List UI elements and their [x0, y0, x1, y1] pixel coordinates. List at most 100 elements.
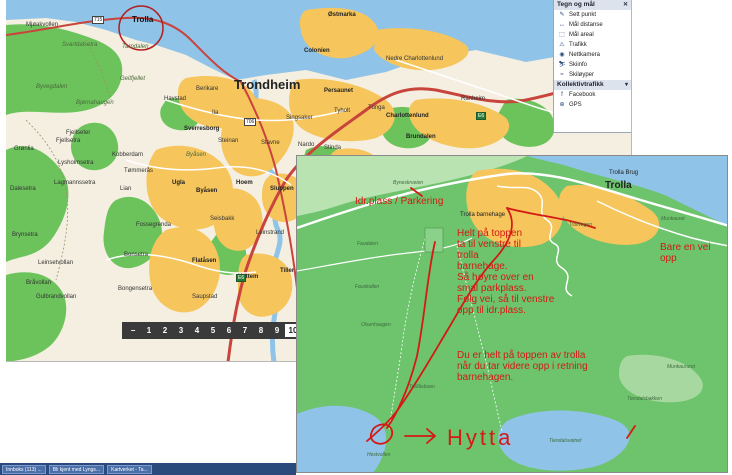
- panel-item-ruler[interactable]: ↔ Mål distanse: [554, 20, 631, 30]
- transit-section-items: f Facebook ⊕ GPS: [554, 90, 631, 110]
- place-label-seisbakk: Seisbakk: [210, 216, 235, 222]
- inset-place-trolla: Trolla: [605, 180, 632, 191]
- place-label-lian: Lian: [120, 186, 132, 192]
- area-label-bongensetra: Bongensetra: [118, 286, 153, 292]
- panel-item-label: Trafikk: [569, 42, 587, 48]
- city-label: Trondheim: [234, 77, 301, 92]
- gps-icon: ⊕: [559, 102, 565, 108]
- place-label-berikaere: Berikare: [196, 86, 219, 92]
- place-label-trolla: Trolla: [132, 15, 154, 24]
- zoom-level-8[interactable]: 8: [253, 322, 269, 339]
- ruler-icon: ↔: [559, 22, 565, 28]
- panel-item-area[interactable]: ⬚ Mål areal: [554, 30, 631, 40]
- inset-map[interactable]: Trolla Trolla Brug Byneskrveien Trolla b…: [296, 155, 728, 473]
- zoom-out-button[interactable]: −: [125, 322, 141, 339]
- panel-item-facebook[interactable]: f Facebook: [554, 90, 631, 100]
- transit-section-header[interactable]: Kollektivtrafikk ▾: [554, 80, 631, 90]
- note-cabin: Hytta: [447, 425, 514, 450]
- place-label-sverresborg: Sverresborg: [184, 126, 220, 132]
- area-label-geitfjellet: Geitfjellet: [120, 76, 146, 82]
- place-label-stavne: Stavne: [261, 140, 280, 146]
- facebook-icon: f: [561, 92, 563, 98]
- place-label-tunga: Tunga: [368, 105, 385, 111]
- place-label-tyholt: Tyholt: [334, 108, 351, 114]
- camera-icon: ◉: [559, 52, 565, 58]
- inset-label-trollvegen: Trollvegen: [569, 222, 592, 228]
- zoom-level-1[interactable]: 1: [141, 322, 157, 339]
- screenshot: Trondheim Trolla Mjøakvollen Østmarka Co…: [0, 0, 732, 475]
- area-label-fjellseter: Fjellseter: [66, 130, 91, 136]
- inset-label-munkauret: Munkauret: [661, 216, 685, 222]
- area-label-byvegdalen: Byvegdalen: [36, 84, 68, 90]
- chevron-down-icon[interactable]: ▾: [625, 80, 628, 90]
- transit-section-title: Kollektivtrafikk: [557, 81, 604, 88]
- zoom-level-6[interactable]: 6: [221, 322, 237, 339]
- road-shield-e6-south: E6: [236, 274, 247, 282]
- taskbar-item[interactable]: Innboks (113) ...: [2, 464, 46, 474]
- panel-item-pencil[interactable]: ✎ Sett punkt: [554, 10, 631, 20]
- note-parking: Idr.plass / Parkering: [355, 196, 444, 207]
- area-label-leinsetvollan: Leinsetvollan: [38, 260, 74, 266]
- place-label-mjaakvollen: Mjøakvollen: [26, 22, 59, 28]
- zoom-level-7[interactable]: 7: [237, 322, 253, 339]
- place-label-ranheim: Ranheim: [461, 96, 486, 102]
- place-label-sluppen: Sluppen: [270, 186, 294, 192]
- skier-icon: ⛷: [558, 62, 566, 68]
- inset-label-munkaururet: Munkaururet: [667, 364, 696, 370]
- area-label-tommeras: Tømmerås: [124, 168, 153, 174]
- place-label-flatasen: Flatåsen: [192, 258, 217, 264]
- panel-item-label: Skiinfo: [569, 62, 588, 68]
- area-icon: ⬚: [559, 32, 565, 38]
- area-label-gulbrandvollan: Gulbrandvollan: [36, 294, 77, 300]
- inset-label-trolla-brug: Trolla Brug: [609, 170, 639, 176]
- area-label-gronlia: Grønlia: [14, 146, 34, 152]
- panel-item-label: Sett punkt: [569, 12, 597, 18]
- place-label-charlottenlund: Charlottenlund: [386, 113, 429, 119]
- note-summary: Du er helt på toppen av trolla når du ta…: [457, 350, 588, 383]
- area-label-tarndalen: Tarndalen: [122, 44, 149, 50]
- area-label-lagmannssetra: Lagmannssetra: [54, 180, 96, 186]
- area-label-fjellsetra: Fjellsetra: [56, 138, 81, 144]
- zoom-level-4[interactable]: 4: [189, 322, 205, 339]
- inset-label-tiendalsvatnet: Tiendalsvatnet: [549, 438, 582, 444]
- taskbar: Innboks (113) ... Bli kjent med Lyngs...…: [0, 463, 296, 475]
- place-label-brundalen: Brundalen: [406, 134, 436, 140]
- zoom-level-2[interactable]: 2: [157, 322, 173, 339]
- collapse-icon[interactable]: ✕: [623, 0, 628, 10]
- inset-label-trollasbuen: Trollåsbuen: [409, 384, 435, 390]
- place-label-stinda: Stinda: [324, 145, 342, 151]
- place-label-havstad: Havstad: [164, 96, 187, 102]
- place-label-hoem: Hoem: [236, 180, 253, 186]
- tools-panel: Tegn og mål ✕ ✎ Sett punkt ↔ Mål distanse ⬚ M…: [553, 0, 631, 133]
- panel-item-label: Nettkamera: [569, 52, 601, 58]
- inset-label-fauskollen: Fauskollen: [355, 284, 380, 290]
- inset-label-tiendalsbakken: Tiendalsbakken: [627, 396, 662, 402]
- area-label-brynsetra: Brynsetra: [12, 232, 38, 238]
- panel-item-camera[interactable]: ◉ Nettkamera: [554, 50, 631, 60]
- taskbar-item[interactable]: Bli kjent med Lyngs...: [48, 464, 105, 474]
- pencil-icon: ✎: [559, 12, 565, 18]
- panel-item-label: Facebook: [569, 92, 596, 98]
- panel-item-label: Skiløyper: [569, 72, 595, 78]
- road-shield-715: 715: [92, 16, 105, 24]
- place-label-saupstad: Saupstad: [192, 294, 218, 300]
- tools-section-header[interactable]: Tegn og mål ✕: [554, 0, 631, 10]
- zoom-level-5[interactable]: 5: [205, 322, 221, 339]
- tools-section-items: ✎ Sett punkt ↔ Mål distanse ⬚ Mål areal ⚠ Trafi…: [554, 10, 631, 80]
- place-label-leinstrand: Leinstrand: [256, 230, 285, 236]
- place-label-ila: Ila: [212, 110, 219, 116]
- zoom-level-3[interactable]: 3: [173, 322, 189, 339]
- inset-label-hestvollen: Hestvollen: [367, 452, 391, 458]
- place-label-nedre-charlottenlund: Nedre Charlottenlund: [386, 56, 444, 62]
- panel-item-gps[interactable]: ⊕ GPS: [554, 100, 631, 110]
- taskbar-item[interactable]: Kartverket - Ta...: [107, 464, 152, 474]
- place-label-steinan: Steinan: [218, 138, 239, 144]
- area-label-svartdalen: Svartdalsetra: [62, 42, 98, 48]
- ski-trail-icon: ≈: [560, 72, 564, 78]
- zoom-level-9[interactable]: 9: [269, 322, 285, 339]
- inset-kindergarten-label: Trolla barnehage: [460, 212, 506, 218]
- panel-item-traffic[interactable]: ⚠ Trafikk: [554, 40, 631, 50]
- panel-item-skier[interactable]: ⛷ Skiinfo: [554, 60, 631, 70]
- panel-item-ski-trail[interactable]: ≈ Skiløyper: [554, 70, 631, 80]
- area-label-fossegrenda: Fossegrenda: [136, 222, 172, 228]
